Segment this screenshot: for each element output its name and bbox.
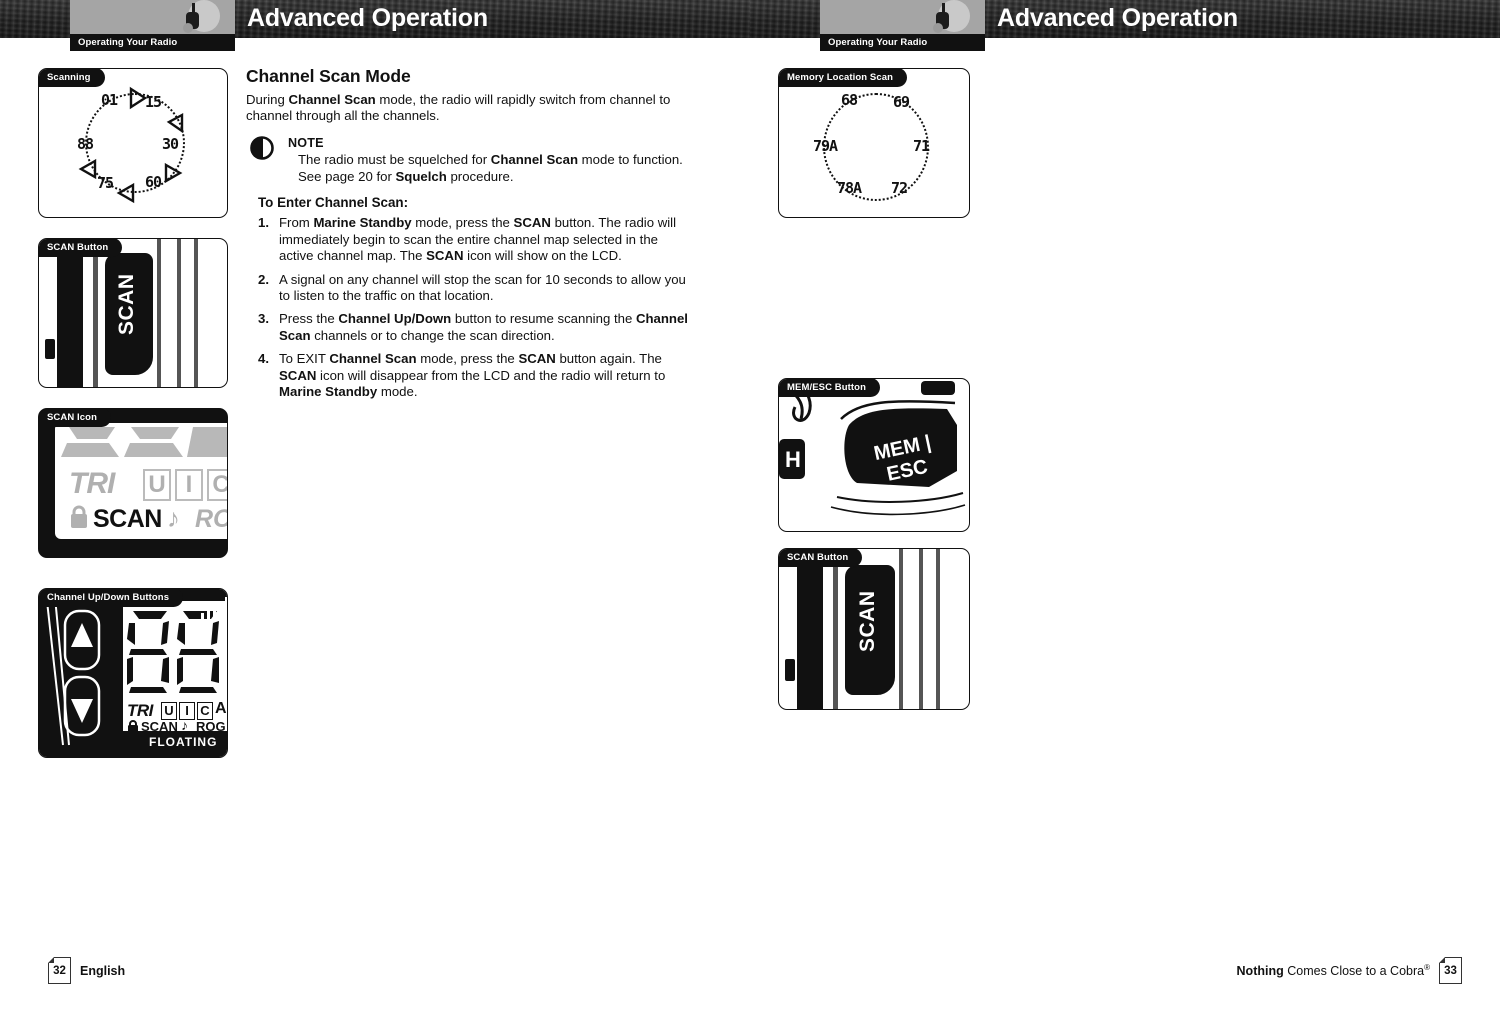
illustration-scan-button: SCAN Button SCAN (38, 238, 228, 388)
header-band-right: Advanced Operation (750, 0, 1500, 38)
breadcrumb: Operating Your Radio (820, 34, 985, 51)
handheld-radio-icon (933, 0, 970, 33)
page-title: Advanced Operation (997, 4, 1238, 32)
footer-tagline-rest: Comes Close to a Cobra (1283, 964, 1425, 979)
radio-mem-view: H MEM | ESC (779, 379, 969, 531)
step-text: To EXIT Channel Scan mode, press the SCA… (279, 351, 666, 400)
lcd-rog-label: ROG (196, 719, 226, 734)
channel-number: 69 (893, 93, 910, 111)
page-right: Advanced Operation Operating Your Radio … (750, 0, 1500, 1010)
illustration-scan-icon: SCAN Icon TRI U I C SCAN ♪ R (38, 408, 228, 558)
lcd-box-i: I (175, 469, 203, 501)
footer-tagline: Nothing Comes Close to a Cobra® (1237, 963, 1430, 978)
illustration-scanning: Scanning 01 15 30 60 75 88 (38, 68, 228, 218)
illustration-label: Memory Location Scan (779, 69, 907, 87)
channel-number: 78A (837, 179, 862, 197)
page-number-badge: 32 (48, 957, 71, 984)
lcd-box-u: U (143, 469, 171, 501)
step-text: Press the Channel Up/Down button to resu… (279, 311, 688, 343)
scan-button-label: SCAN (115, 273, 138, 335)
channel-number: 71 (913, 137, 930, 155)
radio-side-view: SCAN (779, 549, 969, 709)
header-band-left: Advanced Operation (0, 0, 750, 38)
page-left: Advanced Operation Operating Your Radio … (0, 0, 750, 1010)
note-body: The radio must be squelched for Channel … (298, 152, 683, 184)
illustration-label: Scanning (39, 69, 105, 87)
music-note-icon: ♪ (181, 717, 188, 733)
step-number: 3. (258, 311, 269, 327)
list-item: 4. To EXIT Channel Scan mode, press the S… (246, 351, 694, 400)
illustration-mem-esc-button: MEM/ESC Button H MEM | ESC (778, 378, 970, 532)
footer-tagline-bold: Nothing (1236, 964, 1284, 979)
lcd-tri-label: TRI (127, 701, 153, 720)
step-text: From Marine Standby mode, press the SCAN… (279, 215, 677, 264)
steps-list: 1. From Marine Standby mode, press the SC… (246, 215, 694, 400)
footer-left: 32 English (48, 957, 125, 984)
illustration-label: Channel Up/Down Buttons (39, 589, 184, 607)
content-column-left: Channel Scan Mode During Channel Scan mo… (246, 66, 694, 408)
lcd-box-u: U (161, 702, 177, 720)
illustration-label: SCAN Button (779, 549, 863, 567)
section-heading: Channel Scan Mode (246, 66, 411, 86)
signal-bars-icon (201, 597, 227, 620)
footer-right: Nothing Comes Close to a Cobra® 33 (1237, 957, 1462, 984)
breadcrumb: Operating Your Radio (70, 34, 235, 51)
step-number: 1. (258, 215, 269, 231)
note-icon (250, 136, 274, 160)
lcd-tri-label: TRI (69, 467, 115, 500)
updown-buttons (46, 596, 101, 746)
page-title: Advanced Operation (247, 4, 488, 32)
list-item: 2. A signal on any channel will stop the … (246, 272, 694, 305)
note-block: NOTE The radio must be squelched for Cha… (246, 135, 694, 185)
lcd-scan-label: SCAN (141, 719, 178, 734)
illustration-memory-location-scan: Memory Location Scan 68 69 71 72 78A 79A (778, 68, 970, 218)
lcd-floating-label: FLOATING (149, 735, 218, 749)
step-number: 4. (258, 351, 269, 367)
illustration-label: MEM/ESC Button (779, 379, 880, 397)
scan-ring-diagram: 01 15 30 60 75 88 (39, 69, 227, 217)
steps-title: To Enter Channel Scan: (258, 195, 409, 211)
lcd-box-c: C (197, 702, 213, 720)
section-intro: During Channel Scan mode, the radio will… (246, 92, 671, 124)
radio-side-view: SCAN (39, 239, 227, 387)
list-item: 1. From Marine Standby mode, press the SC… (246, 215, 694, 264)
page-number-badge: 33 (1439, 957, 1462, 984)
lcd-a-label: A (215, 700, 227, 717)
lcd-scan-label: SCAN (93, 505, 162, 533)
lock-icon (128, 720, 138, 734)
handheld-radio-icon (183, 0, 220, 33)
scan-button-label: SCAN (856, 590, 879, 652)
footer-language-label: English (80, 963, 126, 978)
lcd-uic-boxes: U I C (143, 469, 227, 501)
step-text: A signal on any channel will stop the sc… (279, 271, 686, 304)
illustration-scan-button: SCAN Button SCAN (778, 548, 970, 710)
illustration-channel-updown: Channel Up/Down Buttons TRI U I C A SCAN… (38, 588, 228, 758)
lcd-closeup: TRI U I C SCAN ♪ ROG (39, 409, 227, 557)
list-item: 3. Press the Channel Up/Down button to re… (246, 311, 694, 344)
registered-mark: ® (1424, 962, 1430, 972)
partial-button-label: H (785, 447, 801, 472)
memory-ring-diagram: 68 69 71 72 78A 79A (779, 69, 969, 217)
radio-updown-view: TRI U I C A SCAN ♪ ROG FLOATING (39, 589, 227, 757)
illustration-label: SCAN Icon (39, 409, 111, 427)
channel-number: 79A (813, 137, 838, 155)
illustration-label: SCAN Button (39, 239, 123, 257)
music-note-icon: ♪ (167, 503, 180, 533)
lcd-box-c: C (207, 469, 227, 501)
channel-number: 72 (891, 179, 908, 197)
channel-number: 68 (841, 91, 858, 109)
step-number: 2. (258, 271, 269, 287)
scan-direction-arrows (78, 86, 184, 204)
lock-icon (71, 505, 87, 528)
lcd-rog-label: ROG (195, 505, 227, 533)
note-title: NOTE (288, 135, 324, 150)
